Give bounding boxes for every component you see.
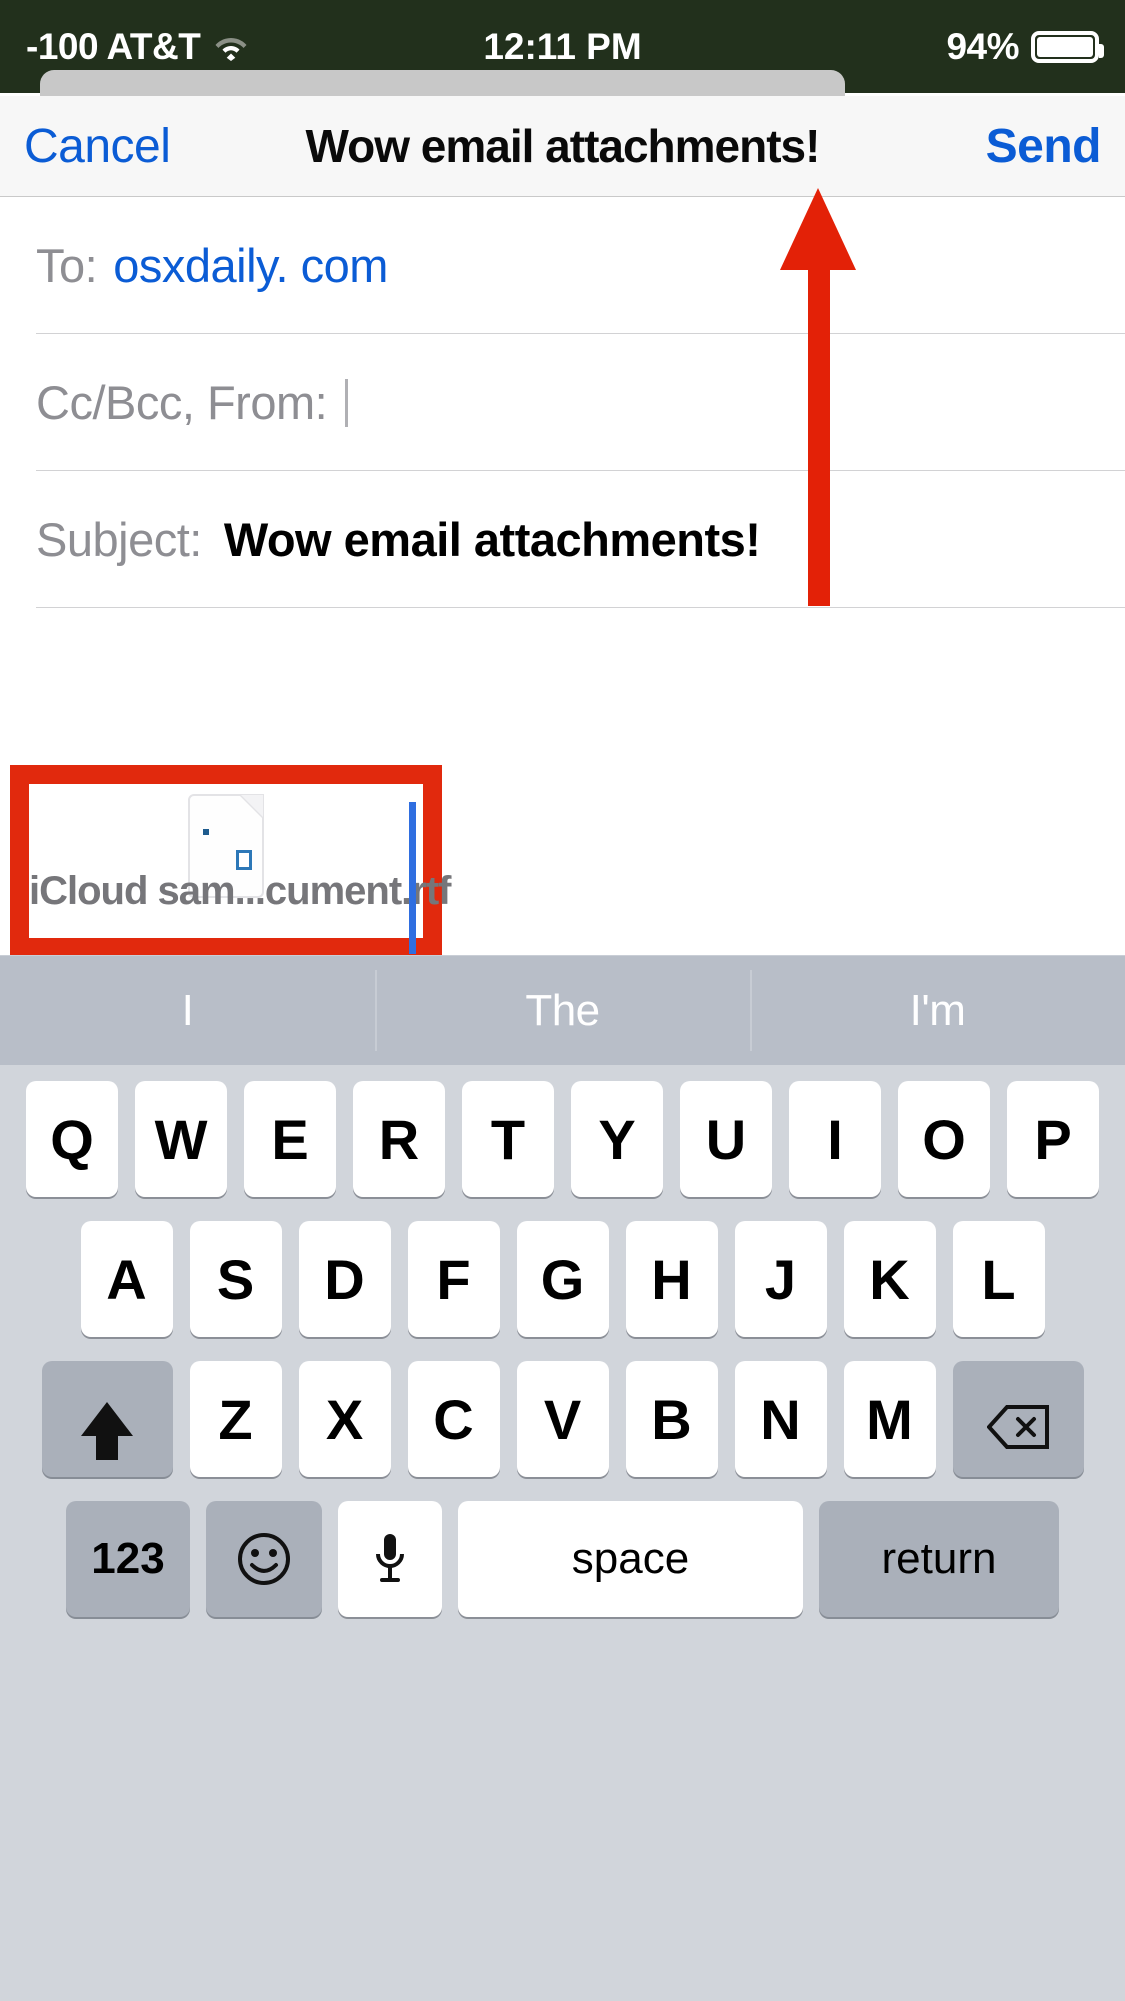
compose-fields: To: osxdaily. com Cc/Bcc, From: Subject:… [0,197,1125,608]
key-q[interactable]: Q [26,1081,118,1197]
key-t[interactable]: T [462,1081,554,1197]
arrow-shaft [808,262,830,606]
key-j[interactable]: J [734,1221,827,1337]
keyboard-row-1: Q W E R T Y U I O P [0,1081,1125,1197]
arrow-head [780,188,856,270]
cc-bcc-from-field-row[interactable]: Cc/Bcc, From: [0,334,1125,471]
doc-image-block [236,850,252,870]
key-v[interactable]: V [516,1361,609,1477]
message-body[interactable]: iCloud sam...cument.rtf [0,608,1125,957]
carrier-label: -100 AT&T [26,25,201,67]
key-o[interactable]: O [898,1081,990,1197]
key-n[interactable]: N [734,1361,827,1477]
body-text-cursor [409,802,416,954]
key-r[interactable]: R [353,1081,445,1197]
send-button[interactable]: Send [986,119,1102,174]
key-h[interactable]: H [625,1221,718,1337]
status-bar-right: 94% [946,25,1104,68]
delete-icon[interactable] [952,1361,1084,1477]
key-p[interactable]: P [1007,1081,1099,1197]
battery-icon [1031,30,1104,63]
key-a[interactable]: A [80,1221,173,1337]
emoji-icon[interactable] [206,1501,322,1617]
attachment-filename: iCloud sam...cument.rtf [29,869,452,913]
key-w[interactable]: W [135,1081,227,1197]
key-l[interactable]: L [952,1221,1045,1337]
key-u[interactable]: U [680,1081,772,1197]
key-e[interactable]: E [244,1081,336,1197]
key-f[interactable]: F [407,1221,500,1337]
return-key[interactable]: return [819,1501,1059,1617]
subject-field-row[interactable]: Subject: Wow email attachments! [0,471,1125,608]
key-b[interactable]: B [625,1361,718,1477]
to-field-value[interactable]: osxdaily. com [113,238,388,293]
prediction-item-1[interactable]: I [0,956,375,1065]
subject-field-value[interactable]: Wow email attachments! [224,512,761,567]
sheet-handle [40,70,845,96]
prediction-item-3[interactable]: I'm [750,956,1125,1065]
to-field-row[interactable]: To: osxdaily. com [0,197,1125,334]
key-g[interactable]: G [516,1221,609,1337]
key-x[interactable]: X [298,1361,391,1477]
key-k[interactable]: K [843,1221,936,1337]
cancel-button[interactable]: Cancel [24,119,171,174]
attachment-highlight-box: iCloud sam...cument.rtf [10,765,452,957]
subject-field-label: Subject: [36,513,202,566]
doc-bullet-mark [203,829,209,835]
wifi-icon [214,33,248,61]
microphone-icon[interactable] [338,1501,442,1617]
keyboard-row-3: Z X C V B N M [0,1361,1125,1477]
status-bar-left: -100 AT&T [26,26,248,68]
key-y[interactable]: Y [571,1081,663,1197]
key-c[interactable]: C [407,1361,500,1477]
onscreen-keyboard: I The I'm Q W E R T Y U I O P A S D F G … [0,955,1125,2001]
attachment-item[interactable]: iCloud sam...cument.rtf [29,784,452,938]
annotation-arrow-to-send [780,188,856,606]
iphone-screen: -100 AT&T 12:11 PM 94% Cancel Wow email … [0,0,1125,2001]
keyboard-row-4: 123 space return [0,1501,1125,1617]
prediction-item-2[interactable]: The [375,956,750,1065]
battery-percent-label: 94% [946,25,1019,67]
space-key[interactable]: space [458,1501,803,1617]
cc-bcc-text-cursor [345,378,349,427]
doc-fold-corner-inner [241,795,263,817]
keyboard-keys: Q W E R T Y U I O P A S D F G H J K L Z … [0,1065,1125,1617]
cc-bcc-from-field-label: Cc/Bcc, From: [36,376,328,429]
to-field-label: To: [36,239,98,292]
keyboard-row-2: A S D F G H J K L [0,1221,1125,1337]
key-m[interactable]: M [843,1361,936,1477]
predictive-text-bar: I The I'm [0,955,1125,1065]
numbers-key[interactable]: 123 [66,1501,190,1617]
shift-icon[interactable] [41,1361,173,1477]
key-z[interactable]: Z [189,1361,282,1477]
compose-nav-bar: Cancel Wow email attachments! Send [0,96,1125,197]
key-d[interactable]: D [298,1221,391,1337]
key-s[interactable]: S [189,1221,282,1337]
key-i[interactable]: I [789,1081,881,1197]
